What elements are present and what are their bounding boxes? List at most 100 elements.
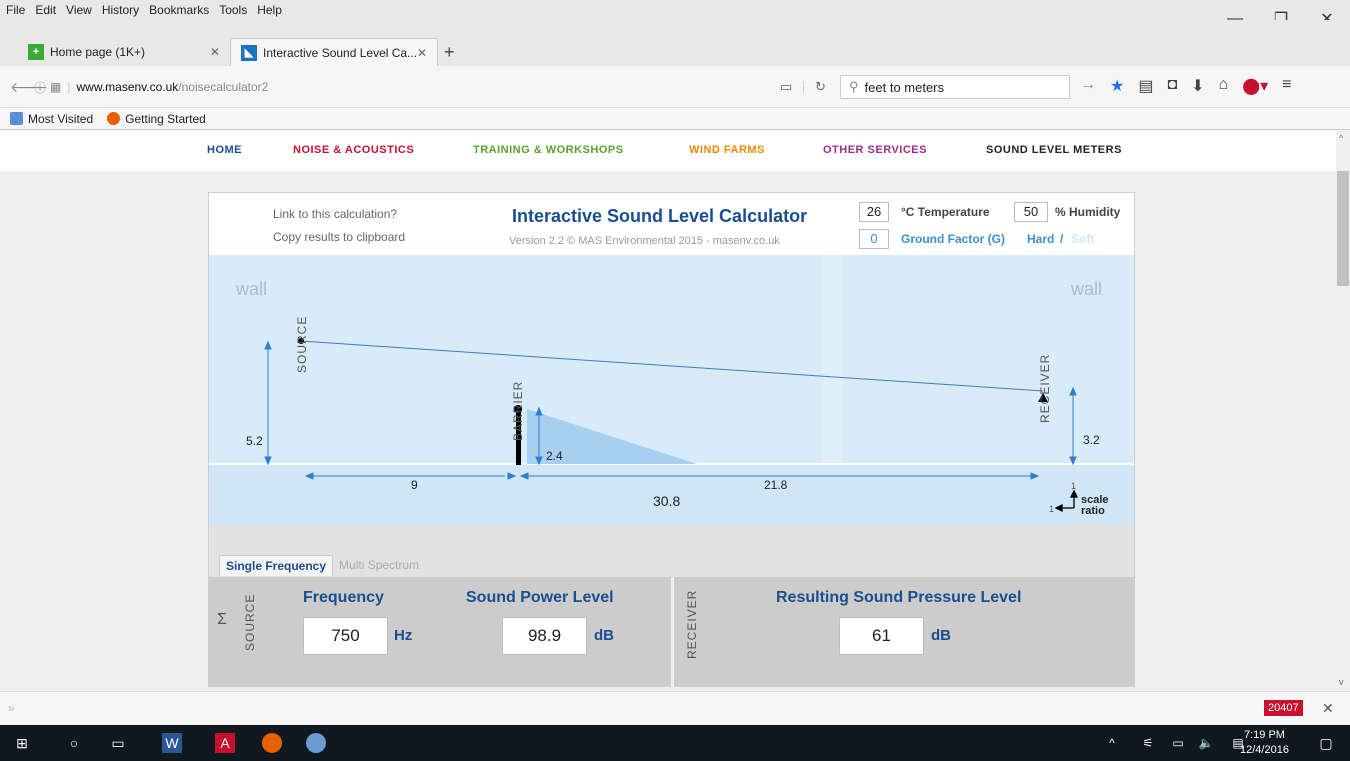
- bookmarks-menu-icon[interactable]: ▤: [1138, 76, 1153, 96]
- task-view-icon[interactable]: ▭: [108, 733, 128, 753]
- tab-close-icon[interactable]: ✕: [210, 45, 220, 59]
- nav-noise-acoustics[interactable]: NOISE & ACOUSTICS: [293, 144, 414, 156]
- tab-title: Interactive Sound Level Ca...: [263, 45, 418, 60]
- barrier-label: BARRIER: [511, 381, 525, 441]
- menu-tools[interactable]: Tools: [219, 3, 247, 17]
- bookmark-label: Getting Started: [125, 111, 206, 126]
- app-icon[interactable]: [306, 733, 326, 753]
- menu-edit[interactable]: Edit: [35, 3, 56, 17]
- url-actions: ▭ | ↻: [780, 79, 826, 95]
- url-bar[interactable]: ⓘ ▦ | www.masenv.co.uk /noisecalculator2: [34, 75, 824, 99]
- nav-sound-level-meters[interactable]: SOUND LEVEL METERS: [986, 144, 1122, 156]
- copy-clipboard-link[interactable]: Copy results to clipboard: [273, 230, 405, 244]
- adblock-icon[interactable]: ⬤▾: [1242, 76, 1268, 96]
- windows-start-icon[interactable]: ⊞: [12, 733, 32, 753]
- tab-home-page[interactable]: + Home page (1K+) ✕: [18, 38, 230, 66]
- system-clock[interactable]: 7:19 PM 12/4/2016: [1240, 728, 1289, 758]
- status-bar: » 20407 ✕: [0, 691, 1350, 725]
- bookmark-getting-started[interactable]: Getting Started: [107, 112, 206, 126]
- search-circle-icon[interactable]: ○: [64, 733, 84, 753]
- total-distance: 30.8: [653, 493, 680, 509]
- frequency-input[interactable]: 750: [303, 617, 388, 655]
- bookmark-star-icon[interactable]: ★: [1110, 76, 1124, 96]
- calculator-title: Interactive Sound Level Calculator: [512, 206, 808, 226]
- sum-icon[interactable]: Σ: [217, 611, 227, 629]
- info-icon[interactable]: ⓘ: [34, 79, 46, 96]
- nav-training-workshops[interactable]: TRAINING & WORKSHOPS: [473, 144, 624, 156]
- acrobat-app-icon[interactable]: A: [215, 733, 235, 753]
- wall-right-label: wall: [1070, 279, 1102, 299]
- windows-taskbar: ⊞ ○ ▭ W A ^ ⚟ ▭ 🔈 ▤ 7:19 PM 12/4/2016 ▢: [0, 725, 1350, 761]
- network-icon[interactable]: ⚟: [1138, 733, 1158, 753]
- arrow-head: [1069, 386, 1077, 396]
- display-icon[interactable]: ▭: [1168, 733, 1188, 753]
- url-divider: |: [67, 80, 71, 94]
- wall-left-label: wall: [235, 279, 267, 299]
- pocket-icon[interactable]: ◘: [1167, 76, 1177, 96]
- page-scrollbar[interactable]: ^ v: [1336, 131, 1350, 691]
- nav-other-services[interactable]: OTHER SERVICES: [823, 144, 927, 156]
- frequency-title: Frequency: [303, 589, 384, 606]
- tab-close-icon[interactable]: ✕: [417, 46, 427, 60]
- site-navigation: HOME NOISE & ACOUSTICS TRAINING & WORKSH…: [0, 131, 1336, 171]
- home-icon[interactable]: ⌂: [1219, 76, 1229, 96]
- menu-history[interactable]: History: [102, 3, 139, 17]
- firefox-app-icon[interactable]: [262, 733, 282, 753]
- barrier-receiver-distance: 21.8: [764, 478, 788, 492]
- search-value: feet to meters: [864, 79, 945, 95]
- receiver-vertical-label: RECEIVER: [685, 589, 699, 659]
- most-visited-icon: [10, 112, 23, 125]
- tab-multi-spectrum[interactable]: Multi Spectrum: [333, 555, 425, 576]
- humidity-input[interactable]: 50: [1014, 202, 1048, 222]
- site-identity-icon[interactable]: ▦: [50, 80, 61, 94]
- nav-wind-farms[interactable]: WIND FARMS: [689, 144, 765, 156]
- temperature-input[interactable]: 26: [859, 202, 889, 222]
- word-app-icon[interactable]: W: [162, 733, 182, 753]
- counter-badge: 20407: [1264, 700, 1303, 716]
- ratio-text: ratio: [1081, 505, 1105, 517]
- download-icon[interactable]: ⬇: [1191, 76, 1204, 96]
- status-close-icon[interactable]: ✕: [1322, 700, 1334, 717]
- result-output: 61: [839, 617, 924, 655]
- notifications-icon[interactable]: ▢: [1316, 733, 1336, 753]
- tab-sound-calculator[interactable]: ◣ Interactive Sound Level Ca... ✕: [230, 38, 438, 66]
- tab-single-frequency[interactable]: Single Frequency: [219, 555, 334, 576]
- page-content: HOME NOISE & ACOUSTICS TRAINING & WORKSH…: [0, 131, 1336, 691]
- go-arrow-icon[interactable]: →: [1080, 76, 1096, 96]
- sound-power-unit: dB: [594, 627, 614, 644]
- hamburger-menu-icon[interactable]: ≡: [1282, 76, 1291, 96]
- barrier-height-value: 2.4: [546, 449, 563, 463]
- plus-favicon-icon: +: [28, 44, 44, 60]
- menu-file[interactable]: File: [6, 3, 25, 17]
- tray-chevron-icon[interactable]: ^: [1102, 733, 1122, 753]
- volume-icon[interactable]: 🔈: [1196, 733, 1216, 753]
- level-panel: Σ SOURCE Frequency 750 Hz Sound Power Le…: [209, 577, 1134, 687]
- scroll-up-icon[interactable]: ^: [1339, 133, 1343, 143]
- toolbar-icons: → ★ ▤ ◘ ⬇ ⌂ ⬤▾ ≡: [1080, 76, 1292, 96]
- bookmark-most-visited[interactable]: Most Visited: [10, 112, 93, 126]
- menu-help[interactable]: Help: [257, 3, 282, 17]
- menu-bookmarks[interactable]: Bookmarks: [149, 3, 209, 17]
- link-calculation-link[interactable]: Link to this calculation?: [273, 207, 397, 221]
- sound-power-input[interactable]: 98.9: [502, 617, 587, 655]
- new-tab-icon[interactable]: +: [444, 42, 455, 63]
- sound-power-title: Sound Power Level: [466, 589, 614, 606]
- site-favicon-icon: ◣: [241, 44, 257, 61]
- temperature-label: °C Temperature: [901, 205, 990, 219]
- tab-title: Home page (1K+): [50, 45, 146, 59]
- calculation-controls: Single Frequency Multi Spectrum Σ SOURCE…: [209, 525, 1134, 687]
- scroll-thumb[interactable]: [1337, 171, 1349, 286]
- reload-icon[interactable]: ↻: [815, 79, 826, 94]
- version-text: Version 2.2 © MAS Environmental 2015 - m…: [509, 235, 780, 247]
- search-input[interactable]: ⚲ feet to meters: [840, 75, 1070, 99]
- reader-view-icon[interactable]: ▭: [780, 79, 792, 94]
- search-icon: ⚲: [849, 79, 859, 94]
- nav-home[interactable]: HOME: [207, 144, 242, 156]
- ground-factor-input[interactable]: 0: [859, 229, 889, 249]
- result-unit: dB: [931, 627, 951, 644]
- scroll-down-icon[interactable]: v: [1339, 677, 1344, 687]
- soft-option[interactable]: Soft: [1071, 232, 1094, 246]
- menu-view[interactable]: View: [66, 3, 92, 17]
- hard-option[interactable]: Hard: [1027, 232, 1054, 246]
- firefox-icon: [107, 112, 121, 125]
